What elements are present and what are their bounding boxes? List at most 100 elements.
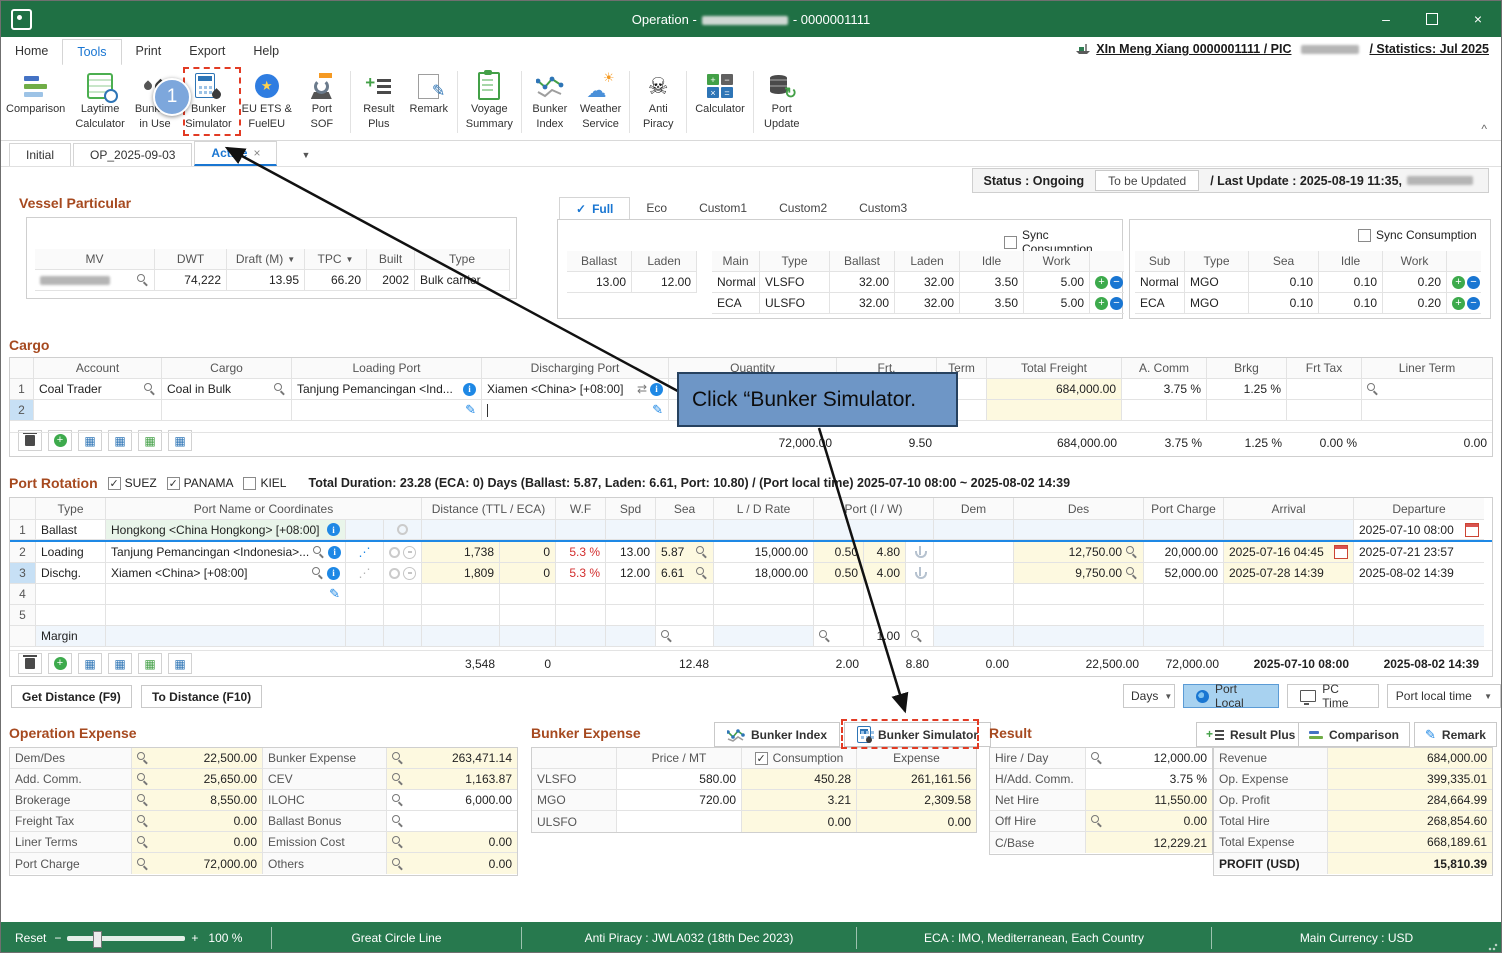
search-icon[interactable]: [274, 383, 286, 395]
port-name-field[interactable]: Xiamen <China> [+08:00]: [106, 563, 346, 584]
calendar-icon[interactable]: [1334, 545, 1348, 559]
value-cell[interactable]: 5.00: [1024, 272, 1090, 293]
tab-custom1[interactable]: Custom1: [683, 197, 763, 219]
frt-tax-field[interactable]: [1287, 400, 1362, 421]
bunker-index-button[interactable]: Bunker Index: [714, 722, 840, 747]
info-icon[interactable]: [327, 567, 340, 580]
info-icon[interactable]: [327, 523, 340, 536]
toolbar-remark[interactable]: Remark: [404, 69, 454, 120]
value-cell[interactable]: 32.00: [830, 293, 895, 314]
distance-ttl[interactable]: 1,738: [422, 542, 500, 563]
search-icon[interactable]: [696, 567, 708, 579]
fuel-type[interactable]: MGO: [1185, 272, 1249, 293]
col-draft[interactable]: Draft (M)▼: [227, 249, 305, 270]
frt-tax-field[interactable]: [1287, 379, 1362, 400]
comparison-button[interactable]: Comparison: [1298, 722, 1410, 747]
loading-port-field[interactable]: [292, 400, 482, 421]
fuel-type[interactable]: MGO: [1185, 293, 1249, 314]
search-icon[interactable]: [313, 546, 325, 558]
departure-field[interactable]: 2025-07-21 23:57: [1354, 542, 1484, 563]
search-icon[interactable]: [137, 274, 149, 286]
dem-des-field[interactable]: 22,500.00: [132, 748, 263, 769]
add-comm-field[interactable]: 25,650.00: [132, 769, 263, 790]
toolbar-laytime-calculator[interactable]: LaytimeCalculator: [70, 69, 130, 133]
arrival-field[interactable]: 2025-07-28 14:39: [1224, 563, 1354, 584]
info-icon[interactable]: [650, 383, 663, 396]
canal-kiel[interactable]: KIEL: [243, 476, 286, 490]
ilohc-field[interactable]: 6,000.00: [387, 790, 517, 811]
tab-custom2[interactable]: Custom2: [763, 197, 843, 219]
anti-piracy-status[interactable]: Anti Piracy : JWLA032 (18th Dec 2023): [522, 922, 856, 953]
search-icon[interactable]: [1126, 567, 1138, 579]
off-hire-field[interactable]: 0.00: [1086, 811, 1212, 832]
discharging-port-field[interactable]: [482, 400, 669, 421]
search-icon[interactable]: [137, 794, 149, 806]
sync-consumption-2[interactable]: Sync Consumption: [1358, 228, 1477, 242]
sea-days[interactable]: 6.61: [656, 563, 714, 584]
gauge-icon[interactable]: [403, 567, 416, 580]
edit-icon[interactable]: [652, 402, 663, 418]
port-name-field[interactable]: [106, 584, 346, 605]
tab-list-dropdown-icon[interactable]: ▼: [301, 150, 310, 166]
leg-type[interactable]: Dischg.: [36, 563, 106, 584]
search-icon[interactable]: [137, 836, 149, 848]
margin-port-field[interactable]: [814, 626, 864, 647]
des-field[interactable]: 12,750.00: [1014, 542, 1144, 563]
map-pin-icon[interactable]: [397, 524, 408, 535]
remove-icon[interactable]: [1467, 297, 1480, 310]
value-cell[interactable]: 0.20: [1383, 293, 1447, 314]
search-icon[interactable]: [911, 630, 923, 642]
a-comm-field[interactable]: 3.75 %: [1122, 379, 1207, 400]
calendar-icon[interactable]: [1465, 523, 1479, 537]
port-charge-field[interactable]: 72,000.00: [132, 853, 263, 874]
slider-thumb[interactable]: [93, 931, 102, 948]
toolbar-bunker-index[interactable]: BunkerIndex: [525, 69, 575, 133]
search-icon[interactable]: [1126, 546, 1138, 558]
weather-factor[interactable]: 5.3 %: [556, 563, 606, 584]
to-be-updated-button[interactable]: To be Updated: [1095, 170, 1199, 191]
port-idle-days[interactable]: 0.50: [814, 542, 864, 563]
toolbar-port-sof[interactable]: PortSOF: [297, 69, 347, 133]
value-cell[interactable]: 0.10: [1249, 293, 1319, 314]
search-icon[interactable]: [392, 794, 404, 806]
remark-button[interactable]: Remark: [1414, 722, 1497, 747]
route-swap-icon[interactable]: ⇄: [637, 382, 647, 396]
value-cell[interactable]: 3.50: [960, 272, 1024, 293]
search-icon[interactable]: [144, 383, 156, 395]
menu-tools[interactable]: Tools: [62, 39, 121, 66]
value-cell[interactable]: 32.00: [895, 272, 960, 293]
maximize-button[interactable]: [1409, 1, 1455, 37]
fuel-type[interactable]: ULSFO: [760, 293, 830, 314]
brokerage-field[interactable]: 8,550.00: [132, 790, 263, 811]
route-icon[interactable]: [359, 545, 371, 559]
value-cell[interactable]: 32.00: [830, 272, 895, 293]
checkbox-icon[interactable]: [1358, 229, 1371, 242]
result-plus-button[interactable]: + Result Plus: [1196, 722, 1306, 747]
brkg-field[interactable]: [1207, 400, 1287, 421]
distance-ttl[interactable]: 1,809: [422, 563, 500, 584]
departure-field[interactable]: 2025-07-10 08:00: [1354, 520, 1484, 540]
anchor-icon[interactable]: [915, 546, 925, 558]
get-distance-button[interactable]: Get Distance (F9): [11, 685, 132, 708]
checkbox-icon[interactable]: [755, 752, 768, 765]
add-icon[interactable]: [1095, 297, 1108, 310]
eca-status[interactable]: ECA : IMO, Mediterranean, Each Country: [857, 922, 1211, 953]
leg-type[interactable]: Loading: [36, 542, 106, 563]
port-local-toggle[interactable]: Port Local: [1183, 684, 1279, 708]
tab-full[interactable]: ✓Full: [559, 197, 630, 220]
minimize-button[interactable]: –: [1363, 1, 1409, 37]
toolbar-anti-piracy[interactable]: AntiPiracy: [633, 69, 683, 133]
des-field[interactable]: 9,750.00: [1014, 563, 1144, 584]
resize-grip[interactable]: [1488, 941, 1498, 951]
price-field[interactable]: [617, 811, 742, 832]
toolbar-comparison[interactable]: Comparison: [1, 69, 70, 120]
close-button[interactable]: ×: [1455, 1, 1501, 37]
gauge-icon[interactable]: [403, 546, 416, 559]
col-tpc[interactable]: TPC▼: [305, 249, 367, 270]
main-currency-status[interactable]: Main Currency : USD: [1212, 922, 1501, 953]
search-icon[interactable]: [137, 752, 149, 764]
arrival-field[interactable]: 2025-07-16 04:45: [1224, 542, 1354, 563]
margin-anchor-field[interactable]: [906, 626, 934, 647]
info-icon[interactable]: [463, 383, 476, 396]
value-cell[interactable]: 3.50: [960, 293, 1024, 314]
